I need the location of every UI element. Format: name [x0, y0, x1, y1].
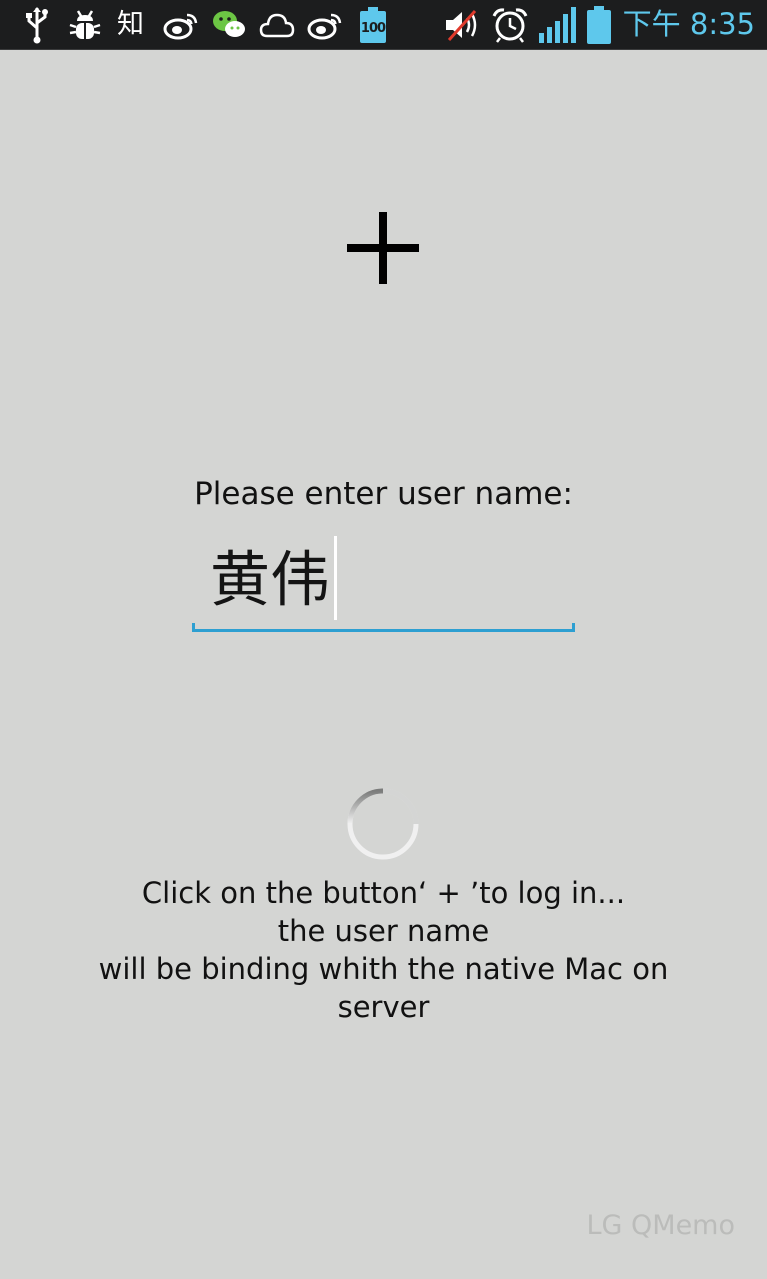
username-input[interactable]: 黄伟: [192, 530, 575, 632]
app-screen: 知 100 下午 8:35 Please enter user name: 黄伟…: [0, 0, 767, 1279]
cloud-icon: [258, 6, 296, 44]
input-underline: [192, 629, 575, 632]
text-caret: [334, 536, 337, 620]
hint-line: will be binding whith the native Mac on: [98, 952, 669, 986]
sound-muted-icon: [442, 6, 482, 44]
status-time: 下午 8:35: [622, 7, 755, 41]
battery-level-text: 100: [360, 21, 386, 36]
hint-line: the user name: [277, 914, 490, 948]
usb-icon: [22, 6, 52, 44]
hint-line: server: [337, 990, 430, 1024]
battery-icon: [586, 6, 612, 44]
hint-line: Click on the button‘ + ’to log in...: [141, 876, 626, 910]
wechat-icon: [210, 6, 248, 44]
loading-spinner-icon: [345, 786, 421, 862]
weibo-icon: [306, 6, 344, 44]
signal-icon: [538, 6, 578, 44]
battery-100-icon: 100: [358, 6, 388, 44]
zhihu-icon: 知: [117, 9, 144, 40]
debug-icon: [66, 6, 104, 44]
qmemo-watermark: LG QMemo: [586, 1210, 735, 1241]
add-login-button[interactable]: [343, 208, 423, 288]
weibo-icon: [162, 6, 200, 44]
alarm-clock-icon: [490, 6, 530, 44]
username-value: 黄伟: [210, 545, 330, 616]
login-hint: Click on the button‘ + ’to log in... the…: [0, 874, 767, 1026]
status-bar: 知 100 下午 8:35: [0, 0, 767, 50]
username-prompt-label: Please enter user name:: [194, 476, 573, 512]
